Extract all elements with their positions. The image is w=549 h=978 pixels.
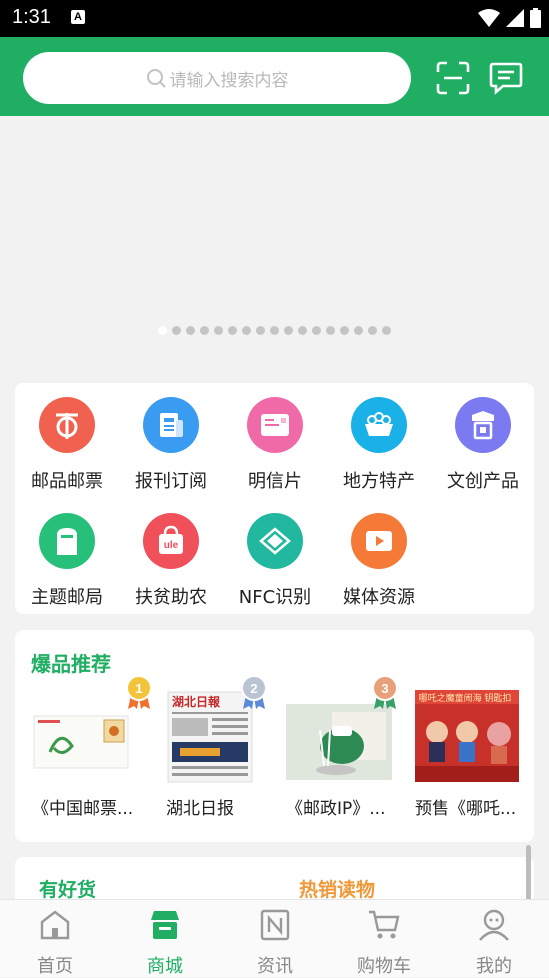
pager-dot <box>284 326 293 335</box>
category-label: 邮品邮票 <box>31 471 103 492</box>
bottom-tab-bar: 首页 商城 资讯 购物车 我的 <box>0 899 549 977</box>
rank-number: 3 <box>381 681 388 696</box>
tab-profile[interactable]: 我的 <box>439 906 549 977</box>
pager-dot <box>382 326 391 335</box>
search-input[interactable]: 请输入搜索内容 <box>23 52 411 104</box>
svg-text:湖北日報: 湖北日報 <box>172 694 221 709</box>
pager-dot <box>340 326 349 335</box>
rank-medal-icon: 1 <box>126 675 152 709</box>
pager-dot <box>326 326 335 335</box>
app-header: 请输入搜索内容 <box>0 37 549 116</box>
stamp-icon <box>39 397 95 453</box>
creative-icon <box>455 397 511 453</box>
tab-label: 购物车 <box>357 956 411 977</box>
product-name: 预售《哪吒... <box>415 799 517 819</box>
category-label: NFC识别 <box>238 587 312 608</box>
search-placeholder: 请输入搜索内容 <box>169 70 289 91</box>
section-title: 爆品推荐 <box>31 652 111 676</box>
product-name: 《中国邮票... <box>32 799 134 819</box>
newspaper-icon <box>143 397 199 453</box>
video-icon <box>351 513 407 569</box>
product-card[interactable]: 哪吒之魔童闹海 钥匙扣 预售《哪吒... <box>415 690 531 820</box>
scan-icon[interactable] <box>436 61 470 95</box>
pager-dot <box>312 326 321 335</box>
category-media[interactable]: 媒体资源 <box>327 499 431 609</box>
category-label: 报刊订阅 <box>135 471 207 492</box>
rank-number: 1 <box>135 681 142 696</box>
tab-label: 资讯 <box>257 956 293 977</box>
ule-bag-icon: ule <box>143 513 199 569</box>
category-label: 明信片 <box>248 471 302 492</box>
hot-products-section: 爆品推荐 1 《中国邮票... 湖北日報 2 湖北日报 3 《邮政IP》... … <box>15 630 534 842</box>
tab-store[interactable]: 商城 <box>110 906 220 977</box>
profile-icon <box>479 909 509 941</box>
tab-label: 我的 <box>476 956 512 977</box>
category-label: 媒体资源 <box>343 587 415 608</box>
pager-dot <box>270 326 279 335</box>
category-postcard[interactable]: 明信片 <box>223 383 327 493</box>
message-icon[interactable] <box>489 61 523 95</box>
product-name: 《邮政IP》... <box>286 799 386 819</box>
tab-news[interactable]: 资讯 <box>220 906 330 977</box>
product-card[interactable]: 湖北日報 2 湖北日报 <box>166 675 282 820</box>
pager-dot <box>256 326 265 335</box>
category-label: 扶贫助农 <box>135 587 207 608</box>
status-time: 1:31 <box>12 6 51 28</box>
good-products-title[interactable]: 有好货 <box>39 875 96 902</box>
notification-a-icon: A <box>71 10 85 24</box>
store-icon <box>151 911 179 939</box>
pager-dot <box>158 326 167 335</box>
product-card[interactable]: 1 《中国邮票... <box>32 675 152 820</box>
category-newspaper[interactable]: 报刊订阅 <box>119 383 223 493</box>
rank-number: 2 <box>250 681 257 696</box>
search-icon <box>146 69 166 88</box>
scrollbar[interactable] <box>526 845 531 901</box>
product-name: 湖北日报 <box>166 799 234 819</box>
home-icon <box>40 910 70 940</box>
banner-pager <box>0 326 549 335</box>
postcard-icon <box>247 397 303 453</box>
category-poverty-relief[interactable]: ule 扶贫助农 <box>119 499 223 609</box>
pager-dot <box>354 326 363 335</box>
svg-text:ule: ule <box>164 540 179 551</box>
tab-label: 商城 <box>147 956 183 977</box>
category-theme-post-office[interactable]: 主题邮局 <box>15 499 119 609</box>
category-label: 主题邮局 <box>31 587 103 608</box>
rank-medal-icon: 3 <box>372 675 398 709</box>
tab-home[interactable]: 首页 <box>0 906 110 977</box>
best-selling-books-title[interactable]: 热销读物 <box>299 875 375 902</box>
category-label: 文创产品 <box>447 471 519 492</box>
category-label: 地方特产 <box>343 471 415 492</box>
category-specialty[interactable]: 地方特产 <box>327 383 431 493</box>
news-icon <box>260 909 290 941</box>
tab-cart[interactable]: 购物车 <box>329 906 439 977</box>
category-creative[interactable]: 文创产品 <box>431 383 535 493</box>
svg-text:哪吒之魔童闹海 钥匙扣: 哪吒之魔童闹海 钥匙扣 <box>419 692 512 704</box>
category-grid: 邮品邮票 报刊订阅 明信片 地方特产 文创产品 主题邮局 ule 扶贫助农 NF… <box>15 383 534 614</box>
battery-icon <box>530 8 541 28</box>
category-stamps[interactable]: 邮品邮票 <box>15 383 119 493</box>
nezha-keychain-image: 哪吒之魔童闹海 钥匙扣 <box>415 690 519 782</box>
pager-dot <box>214 326 223 335</box>
pager-dot <box>298 326 307 335</box>
pager-dot <box>228 326 237 335</box>
mailbox-icon <box>39 513 95 569</box>
category-nfc[interactable]: NFC识别 <box>223 499 327 609</box>
status-bar: 1:31 A <box>0 0 549 37</box>
pager-dot <box>172 326 181 335</box>
wifi-icon <box>478 9 500 27</box>
product-card[interactable]: 3 《邮政IP》... <box>286 675 402 820</box>
pager-dot <box>200 326 209 335</box>
pager-dot <box>242 326 251 335</box>
cart-icon <box>369 910 400 939</box>
specialty-icon <box>351 397 407 453</box>
pager-dot <box>186 326 195 335</box>
rank-medal-icon: 2 <box>241 675 267 709</box>
pager-dot <box>368 326 377 335</box>
tab-label: 首页 <box>37 956 73 977</box>
nfc-icon <box>247 513 303 569</box>
signal-icon <box>506 9 524 27</box>
